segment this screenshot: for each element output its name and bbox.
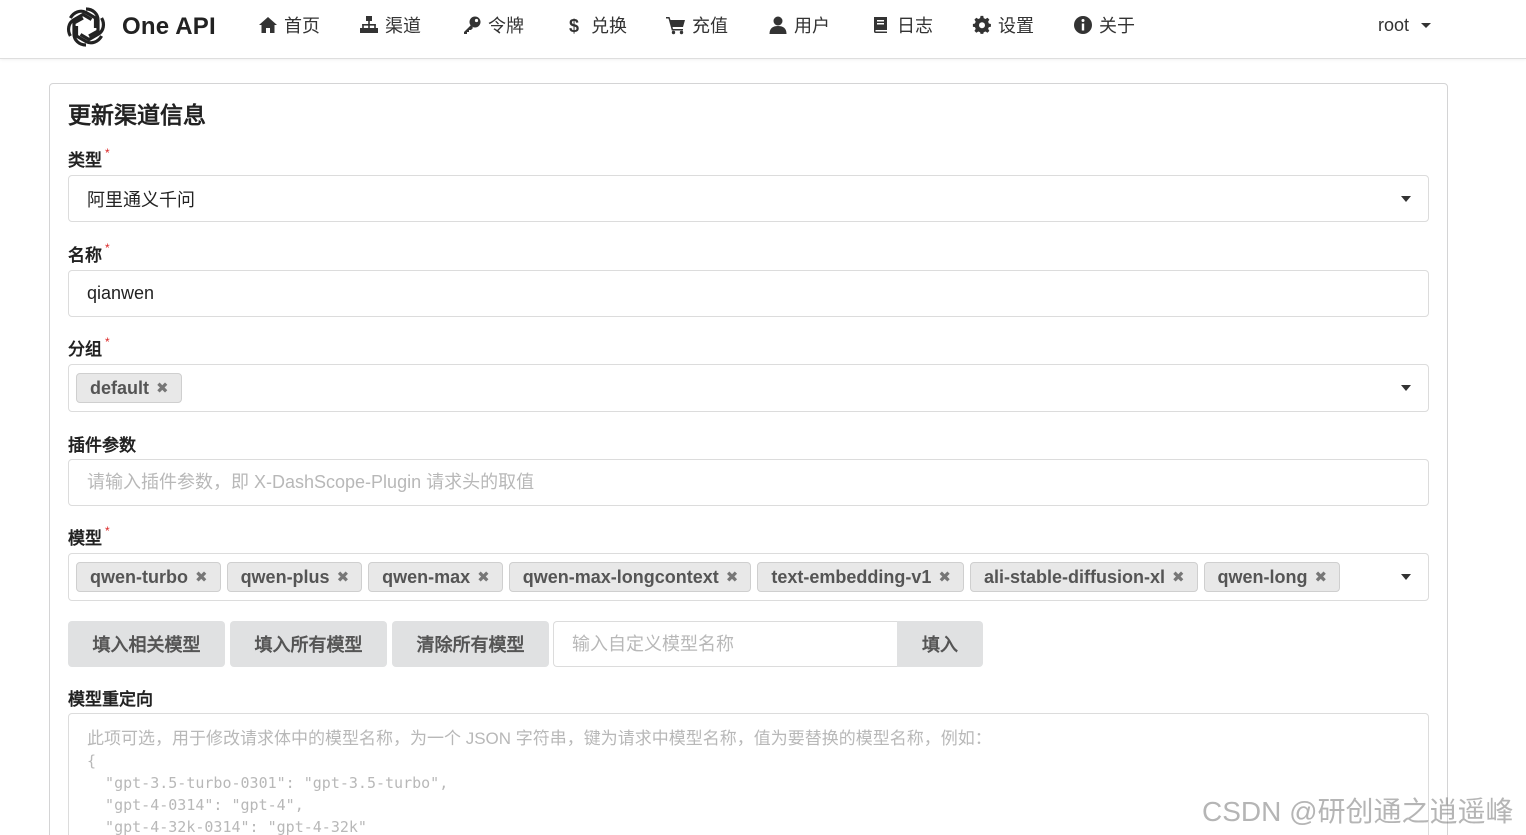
close-icon[interactable]: ✖ [337,568,350,586]
watermark: CSDN @研创通之逍遥峰 [1202,796,1514,827]
user-icon [769,16,787,34]
dollar-icon: $ [569,16,579,35]
plugin-input-box [68,459,1429,506]
close-icon[interactable]: ✖ [1172,568,1185,586]
plugin-label: 插件参数 [68,436,136,455]
model-tag: qwen-plus ✖ [226,562,363,592]
nav-channels[interactable]: 渠道 [359,13,421,37]
user-menu[interactable]: root [1378,13,1432,37]
close-icon[interactable]: ✖ [477,568,490,586]
model-tag: qwen-max-longcontext ✖ [508,562,752,592]
group-label: 分组 * [68,335,110,359]
redirect-placeholder-line: { [87,752,97,770]
model-tag: qwen-turbo ✖ [76,562,221,592]
key-icon [464,16,481,34]
nav-tokens-label: 令牌 [488,16,524,36]
model-redirect-label: 模型重定向 [68,690,153,709]
model-tag: ali-stable-diffusion-xl ✖ [969,562,1198,592]
chevron-down-icon [1401,574,1411,580]
group-tag: default ✖ [76,373,182,403]
nav-users-label: 用户 [794,16,830,36]
book-icon [874,17,887,33]
model-tag: qwen-max ✖ [368,562,503,592]
svg-text:$: $ [569,16,579,35]
type-value: 阿里通义千问 [87,189,195,210]
custom-model-input[interactable] [572,633,897,655]
info-icon [1074,16,1092,34]
page-title: 更新渠道信息 [68,102,206,128]
cart-icon [666,17,685,35]
gear-icon [972,15,991,34]
fill-custom-model-button[interactable]: 填入 [897,621,983,667]
close-icon[interactable]: ✖ [156,379,169,397]
chevron-down-icon [1421,22,1432,28]
nav-logs[interactable]: 日志 [871,13,933,37]
top-nav-bar: One API 首页 渠道 令牌 $ 兑换 充值 用户 日志 设置 关于 roo… [0,0,1526,59]
nav-tokens[interactable]: 令牌 [462,13,524,37]
redirect-placeholder-intro: 此项可选，用于修改请求体中的模型名称，为一个 JSON 字符串，键为请求中模型名… [87,729,992,748]
nav-logs-label: 日志 [897,16,933,36]
name-label: 名称 * [68,241,110,265]
type-label: 类型 * [68,146,110,170]
nav-redeem-label: 兑换 [591,16,627,36]
fill-all-models-button[interactable]: 填入所有模型 [230,621,387,667]
openai-logo-icon [66,7,106,47]
group-tags: default ✖ [76,373,182,403]
chevron-down-icon [1401,195,1411,202]
nav-settings[interactable]: 设置 [972,13,1034,37]
nav-channels-label: 渠道 [385,16,421,36]
type-select[interactable]: 阿里通义千问 [68,175,1429,222]
model-tags: qwen-turbo ✖ qwen-plus ✖ qwen-max ✖ qwen-ma… [76,562,1341,592]
clear-all-models-button[interactable]: 清除所有模型 [392,621,549,667]
plugin-input[interactable] [87,472,1428,493]
nav-about-label: 关于 [1099,16,1135,36]
name-input-box [68,270,1429,317]
chevron-down-icon [1401,385,1411,391]
close-icon[interactable]: ✖ [726,568,739,586]
group-select[interactable]: default ✖ [68,364,1429,412]
nav-about[interactable]: 关于 [1073,13,1135,37]
name-input[interactable] [87,283,1428,304]
nav-home[interactable]: 首页 [258,13,320,37]
close-icon[interactable]: ✖ [1315,568,1328,586]
user-name: root [1378,14,1410,35]
brand-name: One API [122,13,216,40]
model-tag: text-embedding-v1 ✖ [757,562,964,592]
close-icon[interactable]: ✖ [938,568,951,586]
brand[interactable]: One API [63,4,216,50]
fill-related-models-button[interactable]: 填入相关模型 [68,621,225,667]
nav-topup[interactable]: 充值 [666,13,728,37]
custom-model-input-box [553,621,897,667]
models-select[interactable]: qwen-turbo ✖ qwen-plus ✖ qwen-max ✖ qwen-ma… [68,553,1429,601]
sitemap-icon [360,16,378,33]
models-label: 模型 * [68,524,110,548]
close-icon[interactable]: ✖ [195,568,208,586]
nav-users[interactable]: 用户 [768,13,830,37]
nav-home-label: 首页 [284,16,320,36]
home-icon [259,17,277,33]
nav-redeem[interactable]: $ 兑换 [565,13,627,37]
nav-topup-label: 充值 [692,16,728,36]
nav-settings-label: 设置 [998,16,1034,36]
model-tag: qwen-long ✖ [1203,562,1341,592]
